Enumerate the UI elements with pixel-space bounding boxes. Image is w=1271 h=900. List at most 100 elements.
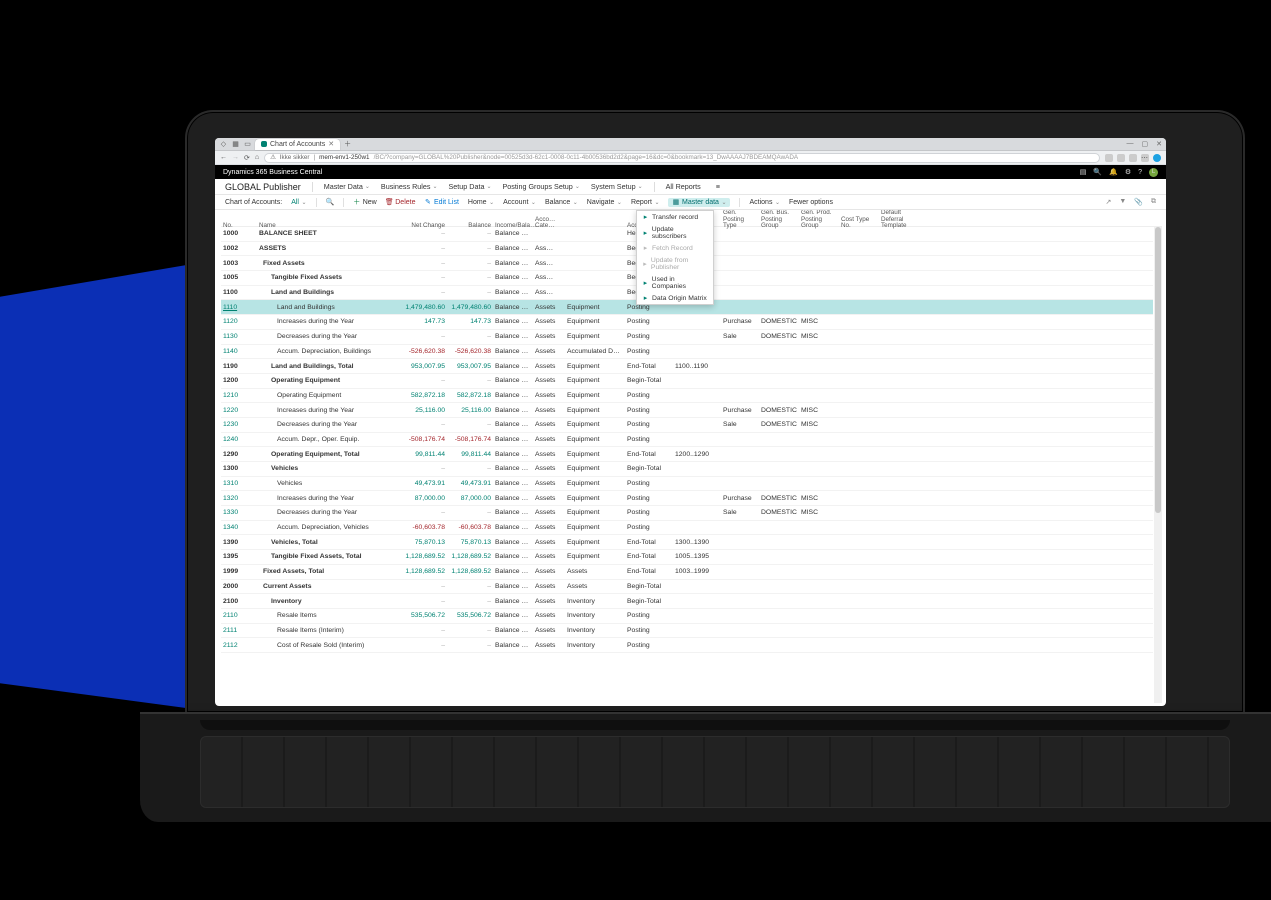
cell-no[interactable]: 1310 <box>221 480 257 487</box>
cell-net-change[interactable]: 1,128,689.52 <box>397 568 447 575</box>
cell-balance[interactable]: – <box>447 583 493 590</box>
edit-list-button[interactable]: ✎Edit List <box>424 199 458 206</box>
browser-tab[interactable]: Chart of Accounts ✕ <box>255 139 340 150</box>
window-close-icon[interactable]: ✕ <box>1156 140 1162 148</box>
cell-no[interactable]: 1330 <box>221 509 257 516</box>
cell-balance[interactable]: – <box>447 598 493 605</box>
nav-business-rules[interactable]: Business Rules⌄ <box>381 182 438 191</box>
table-row[interactable]: 2100Inventory––Balance SheetAssetsInvent… <box>221 594 1153 609</box>
cell-no[interactable]: 1300 <box>221 465 257 472</box>
cell-net-change[interactable]: 1,128,689.52 <box>397 553 447 560</box>
cell-net-change[interactable]: 87,000.00 <box>397 495 447 502</box>
cell-balance[interactable]: – <box>447 260 493 267</box>
group-balance[interactable]: Balance⌄ <box>545 199 578 206</box>
nav-back-icon[interactable]: ← <box>220 154 227 161</box>
table-row[interactable]: 2112Cost of Resale Sold (Interim)––Balan… <box>221 638 1153 653</box>
table-row[interactable]: 1320Increases during the Year87,000.0087… <box>221 491 1153 506</box>
cell-name[interactable]: Increases during the Year <box>257 318 397 325</box>
cell-balance[interactable]: -60,603.78 <box>447 524 493 531</box>
cell-name[interactable]: Land and Buildings <box>257 304 397 311</box>
cell-no[interactable]: 1110 <box>221 304 257 311</box>
table-row[interactable]: 1340Accum. Depreciation, Vehicles-60,603… <box>221 521 1153 536</box>
table-row[interactable]: 1290Operating Equipment, Total99,811.449… <box>221 447 1153 462</box>
cell-balance[interactable]: – <box>447 230 493 237</box>
table-row[interactable]: 1230Decreases during the Year––Balance S… <box>221 418 1153 433</box>
cell-name[interactable]: BALANCE SHEET <box>257 230 397 237</box>
cell-balance[interactable]: 99,811.44 <box>447 451 493 458</box>
cell-no[interactable]: 2000 <box>221 583 257 590</box>
close-tab-icon[interactable]: ✕ <box>328 140 334 148</box>
table-row[interactable]: 1220Increases during the Year25,116.0025… <box>221 403 1153 418</box>
cell-net-change[interactable]: – <box>397 583 447 590</box>
cell-balance[interactable]: 953,007.95 <box>447 363 493 370</box>
cell-no[interactable]: 1140 <box>221 348 257 355</box>
cell-no[interactable]: 1003 <box>221 260 257 267</box>
table-row[interactable]: 2111Resale Items (Interim)––Balance Shee… <box>221 624 1153 639</box>
cell-name[interactable]: Inventory <box>257 598 397 605</box>
cell-balance[interactable]: 582,872.18 <box>447 392 493 399</box>
cell-balance[interactable]: – <box>447 509 493 516</box>
table-row[interactable]: 1130Decreases during the Year––Balance S… <box>221 330 1153 345</box>
notifications-icon[interactable]: 🔔 <box>1109 168 1118 176</box>
cell-no[interactable]: 2100 <box>221 598 257 605</box>
cell-net-change[interactable]: -60,603.78 <box>397 524 447 531</box>
dropdown-item[interactable]: ▸Update subscribers <box>637 223 713 242</box>
cell-net-change[interactable]: – <box>397 627 447 634</box>
cell-net-change[interactable]: -526,620.38 <box>397 348 447 355</box>
cell-name[interactable]: Decreases during the Year <box>257 333 397 340</box>
tabview-icon[interactable]: ▭ <box>243 140 252 149</box>
user-avatar[interactable]: L <box>1149 168 1158 177</box>
cell-name[interactable]: Current Assets <box>257 583 397 590</box>
cell-balance[interactable]: – <box>447 333 493 340</box>
cell-no[interactable]: 2111 <box>221 627 257 634</box>
cell-net-change[interactable]: 535,506.72 <box>397 612 447 619</box>
nav-master-data[interactable]: Master Data⌄ <box>324 182 370 191</box>
cell-name[interactable]: Tangible Fixed Assets <box>257 274 397 281</box>
new-button[interactable]: ＋New <box>353 199 377 206</box>
group-account[interactable]: Account⌄ <box>503 199 536 206</box>
cell-no[interactable]: 1000 <box>221 230 257 237</box>
new-tab-icon[interactable]: ＋ <box>343 140 352 149</box>
cell-name[interactable]: Decreases during the Year <box>257 421 397 428</box>
table-row[interactable]: 1395Tangible Fixed Assets, Total1,128,68… <box>221 550 1153 565</box>
cell-name[interactable]: Accum. Depreciation, Buildings <box>257 348 397 355</box>
table-row[interactable]: 2000Current Assets––Balance SheetAssetsA… <box>221 580 1153 595</box>
workspaces-icon[interactable]: ▦ <box>231 140 240 149</box>
group-navigate[interactable]: Navigate⌄ <box>587 199 622 206</box>
profile-icon[interactable]: ◇ <box>219 140 228 149</box>
table-row[interactable]: 1190Land and Buildings, Total953,007.959… <box>221 359 1153 374</box>
cell-name[interactable]: Resale Items <box>257 612 397 619</box>
cell-no[interactable]: 1210 <box>221 392 257 399</box>
nav-setup-data[interactable]: Setup Data⌄ <box>448 182 491 191</box>
table-row[interactable]: 1310Vehicles49,473.9149,473.91Balance Sh… <box>221 477 1153 492</box>
cell-no[interactable]: 1230 <box>221 421 257 428</box>
cell-net-change[interactable]: – <box>397 333 447 340</box>
url-input[interactable]: ⚠ Ikke sikker | mem-env1-250w1 /BC/?comp… <box>264 153 1100 163</box>
cell-net-change[interactable]: 25,116.00 <box>397 407 447 414</box>
cell-name[interactable]: Resale Items (Interim) <box>257 627 397 634</box>
cell-no[interactable]: 1120 <box>221 318 257 325</box>
cell-net-change[interactable]: – <box>397 509 447 516</box>
cell-name[interactable]: Land and Buildings <box>257 289 397 296</box>
dropdown-item[interactable]: ▸Used in Companies <box>637 273 713 292</box>
settings-icon[interactable]: ⚙ <box>1125 168 1131 176</box>
attach-icon[interactable]: 📎 <box>1134 198 1143 206</box>
cell-no[interactable]: 1340 <box>221 524 257 531</box>
cell-net-change[interactable]: – <box>397 642 447 649</box>
ext-icon[interactable] <box>1105 154 1113 162</box>
help-icon[interactable]: ? <box>1138 169 1142 176</box>
cell-no[interactable]: 1002 <box>221 245 257 252</box>
cell-name[interactable]: Tangible Fixed Assets, Total <box>257 553 397 560</box>
scrollbar-thumb[interactable] <box>1155 227 1161 513</box>
cell-net-change[interactable]: – <box>397 230 447 237</box>
table-row[interactable]: 1200Operating Equipment––Balance SheetAs… <box>221 374 1153 389</box>
table-row[interactable]: 1210Operating Equipment582,872.18582,872… <box>221 389 1153 404</box>
cell-balance[interactable]: 49,473.91 <box>447 480 493 487</box>
cell-name[interactable]: Fixed Assets, Total <box>257 568 397 575</box>
cell-net-change[interactable]: 49,473.91 <box>397 480 447 487</box>
cell-balance[interactable]: 147.73 <box>447 318 493 325</box>
cell-balance[interactable]: – <box>447 627 493 634</box>
cell-net-change[interactable]: – <box>397 274 447 281</box>
table-row[interactable]: 1140Accum. Depreciation, Buildings-526,6… <box>221 345 1153 360</box>
delete-button[interactable]: 🗑Delete <box>386 199 416 206</box>
